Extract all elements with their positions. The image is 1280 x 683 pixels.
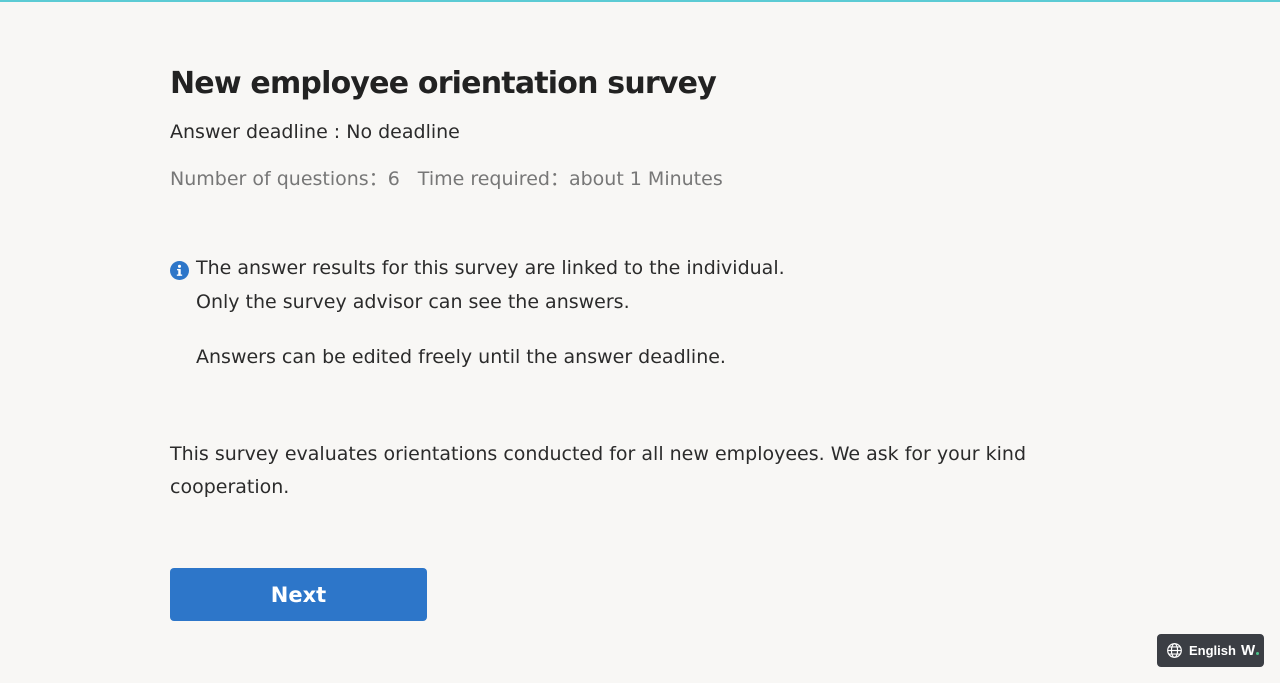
notice-line: The answer results for this survey are l… — [196, 257, 785, 279]
page-title: New employee orientation survey — [170, 66, 717, 101]
survey-description: This survey evaluates orientations condu… — [170, 443, 1027, 498]
next-button[interactable]: Next — [170, 568, 427, 621]
survey-meta: Number of questions：6 Time required：about… — [170, 164, 723, 191]
notice-line: Only the survey advisor can see the answ… — [196, 291, 630, 313]
question-count: Number of questions：6 — [170, 168, 400, 190]
language-label: English — [1189, 643, 1236, 658]
notice-line: Answers can be edited freely until the a… — [196, 346, 726, 368]
answer-deadline: Answer deadline : No deadline — [170, 121, 460, 143]
top-accent-line — [0, 0, 1280, 2]
info-icon — [170, 261, 189, 280]
brand-logo: W — [1241, 642, 1260, 659]
globe-icon — [1167, 643, 1182, 658]
language-switcher[interactable]: English W — [1157, 634, 1264, 667]
time-required: Time required：about 1 Minutes — [417, 168, 723, 190]
